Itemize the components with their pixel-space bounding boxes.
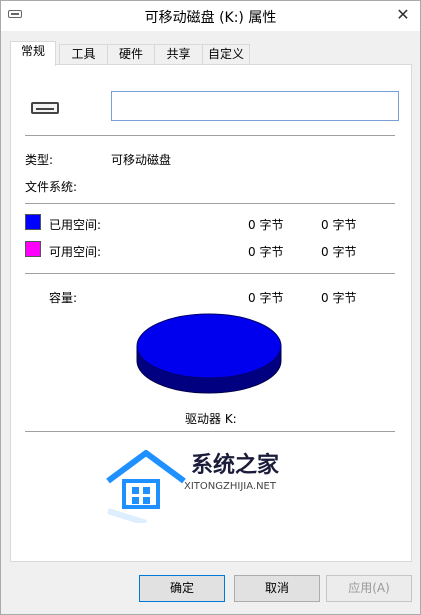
watermark-logo: 系统之家 XITONGZHIJIA.NET: [106, 443, 316, 526]
watermark-subtitle: XITONGZHIJIA.NET: [184, 481, 276, 492]
title-bar: 可移动磁盘 (K:) 属性 ✕: [1, 1, 420, 31]
house-icon: [106, 450, 186, 509]
separator: [25, 135, 395, 136]
disk-usage-pie: [135, 311, 285, 404]
general-panel: 类型: 可移动磁盘 文件系统: 已用空间: 0 字节 0 字节 可用空间: 0 …: [10, 64, 412, 562]
tab-strip: 常规 工具 硬件 共享 自定义: [10, 41, 415, 66]
tab-customize[interactable]: 自定义: [202, 44, 250, 65]
filesystem-label: 文件系统:: [25, 180, 78, 194]
drive-caption: 驱动器 K:: [185, 412, 237, 426]
type-value: 可移动磁盘: [111, 153, 172, 167]
capacity-size: 0 字节: [321, 291, 357, 305]
cancel-button[interactable]: 取消: [234, 575, 320, 602]
drive-name-input[interactable]: [111, 91, 399, 121]
separator: [25, 273, 395, 274]
close-button[interactable]: ✕: [390, 4, 416, 26]
watermark-title: 系统之家: [191, 453, 280, 478]
used-space-label: 已用空间:: [49, 218, 102, 232]
apply-button[interactable]: 应用(A): [326, 575, 412, 602]
tab-hardware[interactable]: 硬件: [107, 44, 155, 65]
tab-sharing[interactable]: 共享: [154, 44, 203, 65]
pie-top: [136, 313, 282, 379]
free-space-bytes: 0 字节: [248, 245, 284, 259]
free-space-swatch: [25, 241, 41, 257]
tab-general[interactable]: 常规: [10, 41, 56, 66]
used-space-swatch: [25, 214, 41, 230]
separator: [25, 431, 395, 432]
free-space-label: 可用空间:: [49, 245, 102, 259]
window-title: 可移动磁盘 (K:) 属性: [144, 10, 277, 26]
capacity-bytes: 0 字节: [248, 291, 284, 305]
drive-icon: [31, 102, 59, 114]
type-label: 类型:: [25, 153, 54, 167]
properties-window: 可移动磁盘 (K:) 属性 ✕ 常规 工具 硬件 共享 自定义 类型: 可移动磁…: [0, 0, 421, 615]
tab-tools[interactable]: 工具: [59, 44, 108, 65]
free-space-size: 0 字节: [321, 245, 357, 259]
separator: [25, 203, 395, 204]
capacity-label: 容量:: [49, 291, 78, 305]
used-space-size: 0 字节: [321, 218, 357, 232]
ok-button[interactable]: 确定: [139, 575, 225, 602]
used-space-bytes: 0 字节: [248, 218, 284, 232]
